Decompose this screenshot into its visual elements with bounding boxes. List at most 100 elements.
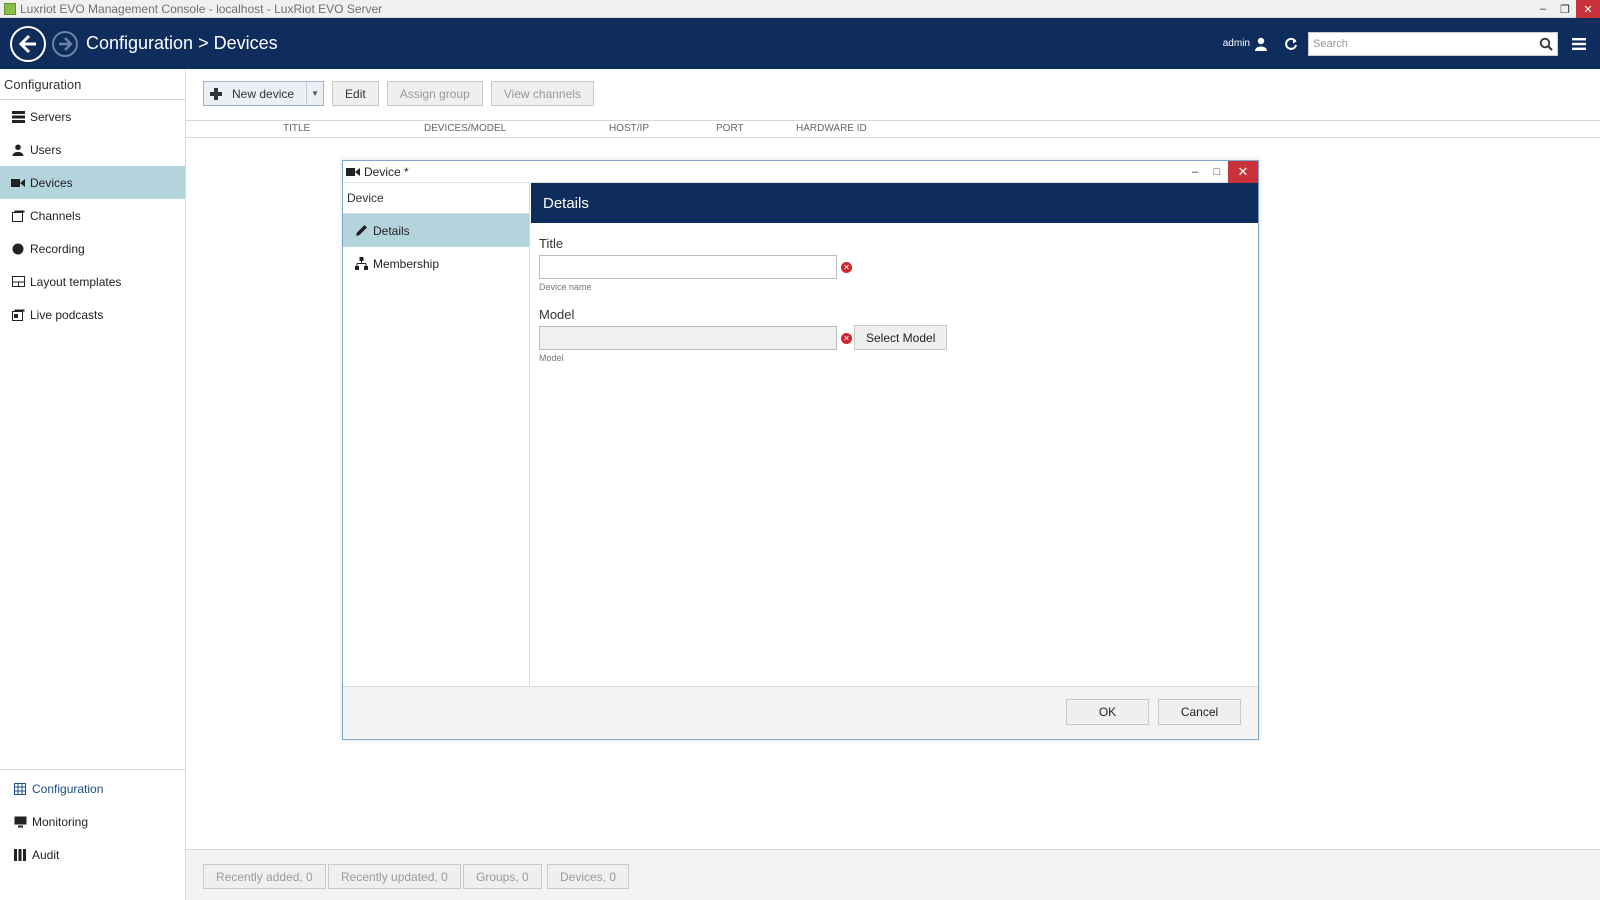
minimize-icon[interactable]: – (1184, 161, 1206, 183)
sidebar-item-label: Servers (30, 109, 72, 124)
error-icon: ✕ (841, 262, 852, 273)
dialog-nav: Device Details Membership (343, 183, 530, 686)
record-icon (11, 242, 25, 256)
edit-button[interactable]: Edit (332, 81, 379, 106)
os-titlebar: Luxriot EVO Management Console - localho… (0, 0, 1600, 18)
recently-updated-button[interactable]: Recently updated, 0 (328, 864, 461, 889)
column-header-port[interactable]: PORT (716, 123, 744, 134)
sidebar-item-label: Users (30, 142, 62, 157)
audit-icon (13, 848, 27, 862)
model-input[interactable] (539, 326, 837, 350)
window-title: Luxriot EVO Management Console - localho… (20, 1, 383, 16)
assign-group-button[interactable]: Assign group (386, 81, 483, 106)
sidebar-item-label: Live podcasts (30, 307, 104, 322)
sidebar-item-label: Monitoring (32, 814, 89, 829)
device-dialog: Device * – □ ✕ Device Details Membership… (342, 160, 1259, 740)
sidebar-item-devices[interactable]: Devices (0, 166, 185, 199)
maximize-icon[interactable]: □ (1206, 161, 1228, 183)
sidebar-item-users[interactable]: Users (0, 133, 185, 166)
devices-count-button[interactable]: Devices, 0 (547, 864, 630, 889)
sidebar-item-layout-templates[interactable]: Layout templates (0, 265, 185, 298)
grid-icon (13, 782, 27, 796)
recently-added-button[interactable]: Recently added, 0 (203, 864, 326, 889)
window-controls: – ❐ ✕ (1532, 0, 1600, 18)
column-header-model[interactable]: DEVICES/MODEL (424, 123, 506, 134)
sidebar-item-label: Channels (30, 208, 81, 223)
sidebar-item-channels[interactable]: Channels (0, 199, 185, 232)
camera-icon (346, 167, 360, 177)
refresh-icon[interactable] (1284, 37, 1298, 51)
arrow-right-icon (59, 36, 73, 51)
sidebar-item-label: Devices (30, 175, 73, 190)
sidebar-item-servers[interactable]: Servers (0, 100, 185, 133)
dialog-nav-details[interactable]: Details (343, 214, 529, 247)
view-channels-button[interactable]: View channels (490, 81, 594, 106)
app-icon (4, 2, 16, 15)
sidebar-item-label: Configuration (32, 781, 104, 796)
dialog-details-panel: Details Title ✕ Device name Model ✕ Sele… (531, 183, 1258, 686)
app-header: Configuration > Devices admin (0, 18, 1600, 69)
dialog-footer: OK Cancel (343, 686, 1258, 739)
forward-button[interactable] (52, 30, 78, 57)
dialog-controls: – □ ✕ (1184, 161, 1258, 183)
title-label: Title (539, 236, 564, 251)
chevron-down-icon: ▼ (311, 89, 319, 98)
hamburger-menu-icon[interactable] (1564, 37, 1594, 51)
user-icon[interactable] (1254, 37, 1268, 51)
dialog-nav-label: Membership (373, 256, 440, 271)
new-device-button[interactable]: New device (204, 82, 308, 105)
error-icon: ✕ (841, 333, 852, 344)
sidebar-bottom-nav: Configuration Monitoring Audit (0, 769, 185, 871)
dialog-nav-heading: Device (343, 183, 529, 214)
column-header-title[interactable]: TITLE (283, 123, 310, 134)
sidebar-heading: Configuration (0, 69, 185, 100)
sidebar-item-audit[interactable]: Audit (0, 838, 185, 871)
sidebar-item-live-podcasts[interactable]: Live podcasts (0, 298, 185, 331)
devices-table-header: TITLE DEVICES/MODEL HOST/IP PORT HARDWAR… (186, 120, 1600, 138)
back-button[interactable] (10, 25, 46, 62)
sidebar-item-label: Audit (32, 847, 60, 862)
details-heading: Details (531, 183, 1258, 223)
column-header-host[interactable]: HOST/IP (609, 123, 649, 134)
camera-icon (11, 176, 25, 190)
restore-icon[interactable]: ❐ (1554, 0, 1576, 18)
toolbar: New device ▼ Edit Assign group View chan… (203, 81, 602, 106)
close-icon[interactable]: ✕ (1576, 0, 1600, 18)
dialog-titlebar: Device * – □ ✕ (343, 161, 1258, 183)
hierarchy-icon (354, 257, 368, 271)
close-icon[interactable]: ✕ (1228, 161, 1258, 183)
model-hint: Model (539, 353, 564, 363)
pencil-icon (354, 224, 368, 238)
arrow-left-icon (18, 34, 36, 53)
groups-button[interactable]: Groups, 0 (463, 864, 542, 889)
ok-button[interactable]: OK (1066, 699, 1149, 725)
layout-icon (11, 275, 25, 289)
title-input[interactable] (539, 255, 837, 279)
title-hint: Device name (539, 282, 592, 292)
sidebar-item-label: Layout templates (30, 274, 122, 289)
sidebar-item-recording[interactable]: Recording (0, 232, 185, 265)
status-bar: Recently added, 0 Recently updated, 0 Gr… (186, 849, 1600, 900)
column-header-hardware-id[interactable]: HARDWARE ID (796, 123, 867, 134)
user-name[interactable]: admin (1223, 38, 1250, 49)
search-box (1308, 31, 1558, 56)
sidebar-item-monitoring[interactable]: Monitoring (0, 805, 185, 838)
minimize-icon[interactable]: – (1532, 0, 1554, 18)
breadcrumb: Configuration > Devices (86, 33, 278, 53)
user-icon (11, 143, 25, 157)
sidebar-item-configuration[interactable]: Configuration (0, 772, 185, 805)
header-right: admin (1223, 18, 1600, 69)
sidebar-item-label: Recording (30, 241, 85, 256)
search-input[interactable] (1309, 32, 1535, 55)
dialog-nav-membership[interactable]: Membership (343, 247, 529, 280)
sidebar: Configuration Servers Users Devices Chan… (0, 69, 186, 900)
search-icon[interactable] (1535, 37, 1557, 51)
servers-icon (11, 110, 25, 124)
select-model-button[interactable]: Select Model (854, 325, 948, 350)
cancel-button[interactable]: Cancel (1158, 699, 1241, 725)
new-device-label: New device (232, 86, 295, 101)
new-device-dropdown[interactable]: ▼ (307, 82, 323, 105)
dialog-title: Device * (364, 164, 409, 179)
model-label: Model (539, 307, 575, 322)
plus-icon (210, 87, 222, 100)
